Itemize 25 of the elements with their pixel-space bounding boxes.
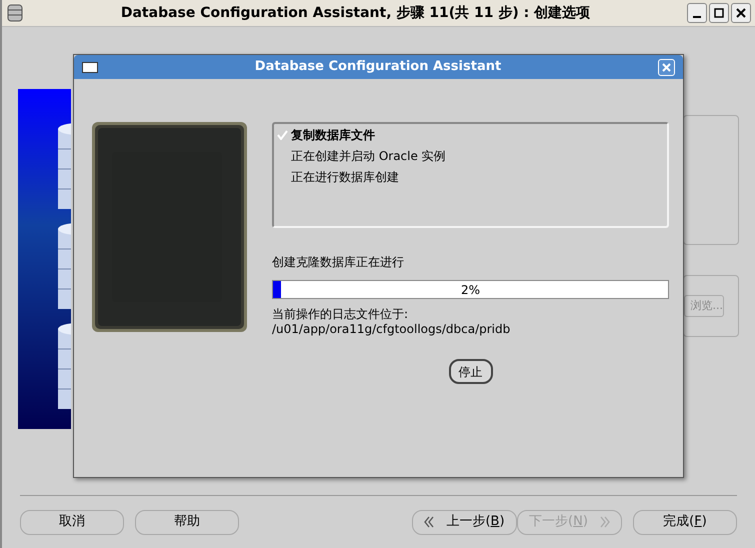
double-left-chevron-icon xyxy=(424,516,434,528)
step-label: 复制数据库文件 xyxy=(291,127,375,144)
close-icon xyxy=(736,8,746,18)
close-button[interactable] xyxy=(731,3,751,23)
stop-button[interactable]: 停止 xyxy=(448,359,492,384)
window-title: Database Configuration Assistant, 步骤 11(共 11 步) : 创建选项 xyxy=(120,4,592,22)
log-path: /u01/app/ora11g/cfgtoollogs/dbca/pridb xyxy=(272,322,512,337)
close-icon xyxy=(662,62,671,72)
window-icon xyxy=(82,62,98,72)
maximize-button[interactable] xyxy=(709,3,729,23)
maximize-icon xyxy=(714,8,724,18)
dialog-button[interactable]: 完成(F) xyxy=(633,510,737,534)
step-label: 正在创建并启动 Oracle 实例 xyxy=(291,148,446,165)
back-button[interactable]: 上一步(B) xyxy=(412,510,517,534)
progress-reading: 2% xyxy=(460,282,482,298)
minimize-button[interactable] xyxy=(687,3,707,23)
dialog-button[interactable]: 帮助 xyxy=(135,510,239,534)
minimize-icon xyxy=(692,16,702,18)
log-label: 当前操作的日志文件位于: xyxy=(272,307,410,322)
step-label: 正在进行数据库创建 xyxy=(291,169,399,186)
dialog-title: Database Configuration Assistant xyxy=(254,58,502,76)
database-icon xyxy=(6,3,24,23)
double-right-chevron-icon xyxy=(600,516,610,528)
status-text: 创建克隆数据库正在进行 xyxy=(272,254,405,271)
dialog-button[interactable]: 取消 xyxy=(20,510,124,534)
